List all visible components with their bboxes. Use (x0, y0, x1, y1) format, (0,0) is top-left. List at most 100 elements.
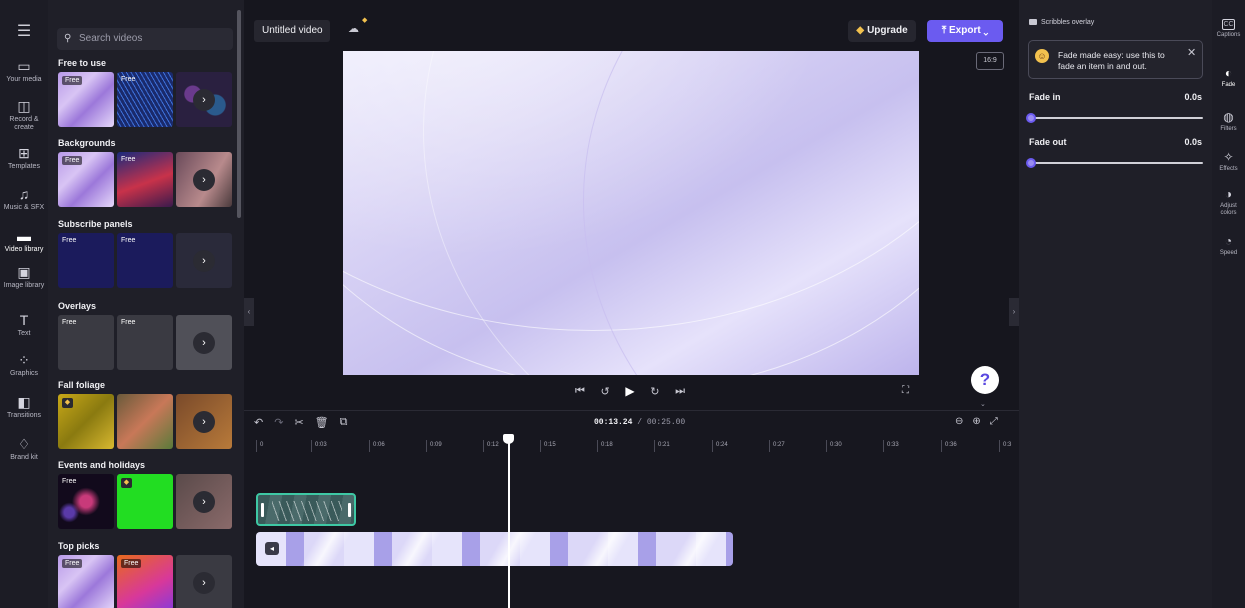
playhead-handle[interactable] (503, 434, 514, 444)
trim-handle-left[interactable] (261, 503, 264, 517)
fullscreen-icon[interactable]: ⛶ (902, 385, 909, 396)
playback-controls: ⏮ ↺ ▶ ↻ ⏭ (575, 384, 685, 398)
help-button[interactable]: ? (971, 366, 999, 394)
playhead[interactable] (508, 436, 510, 608)
forward-5s-icon[interactable]: ↻ (650, 385, 659, 398)
undo-icon[interactable]: ↶ (254, 416, 263, 429)
rail-adjust-colors[interactable]: ◑ Adjust colors (1212, 187, 1245, 217)
duplicate-icon[interactable]: ⧉ (340, 416, 348, 429)
rail-brand-kit[interactable]: ♢ Brand kit (0, 436, 48, 462)
slider-thumb[interactable] (1026, 158, 1036, 168)
rail-your-media[interactable]: ▭ Your media (0, 58, 48, 84)
free-badge: Free (62, 478, 77, 485)
rail-label: Text (17, 330, 31, 337)
section-events-holidays: Events and holidays Free ◆ › (58, 460, 232, 529)
see-more-button[interactable]: › (176, 474, 232, 529)
chevron-right-icon: › (193, 490, 215, 513)
fade-in-slider[interactable] (1026, 113, 1203, 123)
section-fall-foliage: Fall foliage ◆ › (58, 380, 232, 449)
ruler-tick: 0:33 (883, 440, 899, 452)
trim-handle-right[interactable] (348, 503, 351, 517)
rail-label: Adjust colors (1220, 203, 1237, 216)
video-thumbnail[interactable]: Free (58, 72, 114, 127)
zoom-in-icon[interactable]: ⊕ (972, 416, 980, 427)
timecode: 00:13.24 / 00:25.00 (594, 418, 685, 427)
see-more-button[interactable]: › (176, 315, 232, 370)
redo-icon[interactable]: ↷ (274, 416, 283, 429)
video-thumbnail[interactable]: Free (58, 555, 114, 608)
rail-speed[interactable]: ◔ Speed (1212, 234, 1245, 257)
video-thumbnail[interactable]: Free (58, 474, 114, 529)
rail-graphics[interactable]: ⁘ Graphics (0, 352, 48, 378)
see-more-button[interactable]: › (176, 152, 232, 207)
rail-label: Brand kit (10, 454, 38, 461)
free-badge: Free (62, 237, 77, 244)
rail-label: Templates (8, 163, 40, 170)
chevron-right-icon: › (193, 168, 215, 191)
timeline-ruler[interactable]: 0 0:03 0:06 0:09 0:12 0:15 0:18 0:21 0:2… (254, 436, 1019, 454)
rail-music-sfx[interactable]: ♫ Music & SFX (0, 186, 48, 212)
rewind-5s-icon[interactable]: ↺ (601, 385, 610, 398)
video-thumbnail[interactable]: Free (117, 72, 173, 127)
fade-out-slider[interactable] (1026, 158, 1203, 168)
search-placeholder: Search videos (79, 33, 143, 44)
rail-text[interactable]: T Text (0, 312, 48, 338)
video-thumbnail[interactable]: Free (117, 555, 173, 608)
video-thumbnail[interactable]: ◆ (117, 474, 173, 529)
rail-record-create[interactable]: ◫ Record & create (0, 98, 48, 132)
rail-captions[interactable]: CC Captions (1212, 19, 1245, 39)
export-button[interactable]: ⤒ Export ⌄ (927, 20, 1003, 42)
video-thumbnail[interactable]: Free (117, 152, 173, 207)
rail-image-library[interactable]: ▣ Image library (0, 264, 48, 290)
free-badge: Free (121, 559, 142, 568)
skip-to-start-icon[interactable]: ⏮ (575, 385, 585, 398)
upgrade-button[interactable]: ◆ Upgrade (848, 20, 916, 42)
see-more-button[interactable]: › (176, 233, 232, 288)
cloud-sync-icon[interactable]: ☁ (348, 22, 359, 35)
play-button[interactable]: ▶ (625, 384, 634, 398)
collapse-right-panel-button[interactable]: › (1009, 298, 1019, 326)
collapse-left-panel-button[interactable]: ‹ (244, 298, 254, 326)
split-scissors-icon[interactable]: ✂ (294, 416, 303, 429)
free-badge: Free (62, 76, 83, 85)
rail-effects[interactable]: ✧ Effects (1212, 150, 1245, 173)
video-thumbnail[interactable]: ◆ (58, 394, 114, 449)
see-more-button[interactable]: › (176, 555, 232, 608)
video-thumbnail[interactable]: Free (58, 315, 114, 370)
rail-templates[interactable]: ⊞ Templates (0, 145, 48, 171)
delete-icon[interactable]: 🗑 (315, 416, 329, 429)
project-title-input[interactable]: Untitled video (254, 20, 330, 42)
hamburger-menu-icon[interactable]: ☰ (14, 22, 34, 42)
fit-to-screen-icon[interactable]: ⤢ (990, 416, 998, 427)
close-icon[interactable]: ✕ (1187, 46, 1196, 59)
rail-fade[interactable]: ◐ Fade (1212, 66, 1245, 89)
slider-thumb[interactable] (1026, 113, 1036, 123)
overlay-clip[interactable] (256, 493, 356, 526)
video-thumbnail[interactable] (117, 394, 173, 449)
text-icon: T (19, 312, 29, 328)
see-more-button[interactable]: › (176, 394, 232, 449)
search-input[interactable]: ⚲ Search videos (57, 28, 233, 50)
video-thumbnail[interactable]: Free (117, 315, 173, 370)
aspect-ratio-button[interactable]: 16:9 (976, 52, 1004, 70)
rail-filters[interactable]: ◍ Filters (1212, 110, 1245, 133)
rail-label: Transitions (7, 412, 41, 419)
video-clip[interactable]: ◂ (256, 532, 733, 566)
ruler-tick: 0:15 (540, 440, 556, 452)
ruler-tick: 0:03 (311, 440, 327, 452)
zoom-out-icon[interactable]: ⊖ (955, 416, 963, 427)
video-preview-canvas[interactable] (343, 51, 919, 375)
skip-to-end-icon[interactable]: ⏭ (675, 385, 685, 398)
music-icon: ♫ (18, 186, 30, 202)
video-thumbnail[interactable]: Free (58, 233, 114, 288)
captions-icon: CC (1222, 19, 1235, 30)
rail-transitions[interactable]: ◧ Transitions (0, 394, 48, 420)
video-thumbnail[interactable]: Free (58, 152, 114, 207)
fade-in-value: 0.0s (1184, 92, 1202, 102)
see-more-button[interactable]: › (176, 72, 232, 127)
volume-icon[interactable]: ◂ (265, 542, 279, 555)
rail-video-library[interactable]: ▬ Video library (0, 228, 48, 254)
chevron-down-icon[interactable]: ⌄ (980, 400, 986, 408)
video-thumbnail[interactable]: Free (117, 233, 173, 288)
library-scrollbar[interactable] (237, 10, 241, 218)
